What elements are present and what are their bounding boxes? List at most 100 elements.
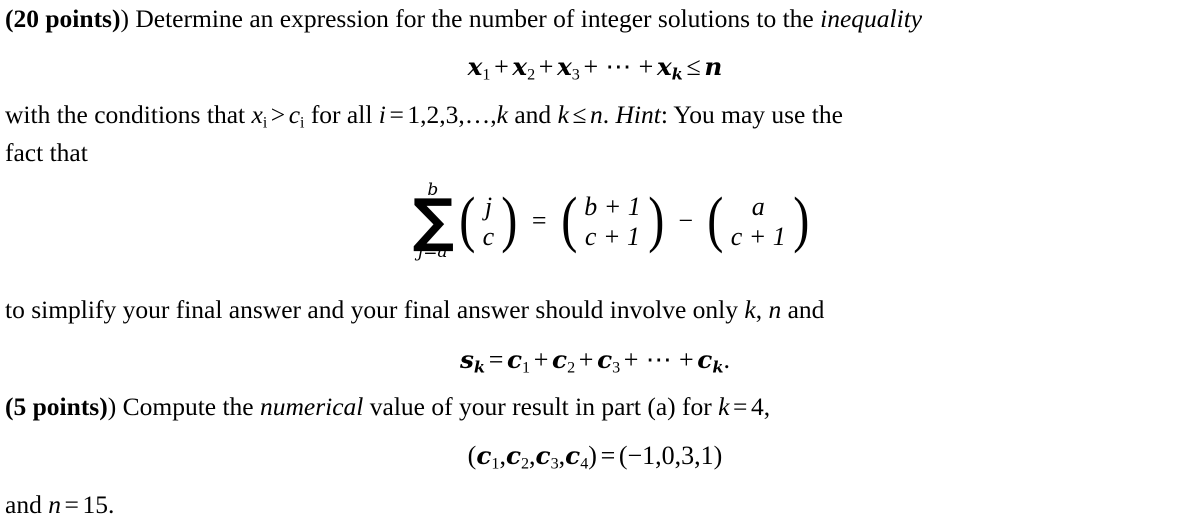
binomial-bottom-c: c	[482, 221, 495, 251]
sk-term-3: c	[597, 345, 613, 374]
part-b-var-k: k	[718, 392, 730, 421]
inequality-sub-last: k	[671, 64, 683, 84]
binomial-bottom-cplus1: c + 1	[730, 221, 786, 251]
inequality-term-last: x	[656, 52, 672, 81]
sk-term-2: c	[552, 345, 568, 374]
conditions-text-2: for all	[304, 100, 379, 129]
condition-var-k: k	[496, 100, 508, 129]
tuple-paren-close: )	[588, 441, 597, 470]
tuple-expression: (c1,c2,c3,c4) = (−1,0,3,1)	[468, 441, 723, 474]
sk-term-1: c	[507, 345, 523, 374]
document-page: (20 points)) Determine an expression for…	[0, 0, 1190, 530]
sk-sub-last: k	[712, 357, 724, 377]
simplify-text-1: to simplify your final answer and your f…	[5, 295, 745, 324]
leq-relation: ≤	[572, 100, 587, 129]
sk-expression: sk = c1 + c2 + c3 + ⋯ + ck.	[460, 345, 730, 378]
ellipsis: ⋯	[605, 52, 632, 81]
tuple-rhs-values: (−1,0,3,1)	[618, 441, 723, 470]
part-a-intro-line: (20 points)) Determine an expression for…	[5, 6, 1185, 32]
part-b-points-label: (5 points)	[5, 392, 108, 421]
plus-operator: +	[678, 345, 694, 374]
sum-lower-limit: j=a	[417, 241, 448, 262]
tuple-var-1: c	[476, 441, 492, 470]
sk-term-last: c	[697, 345, 713, 374]
displayed-inequality: x1 + x2 + x3 + ⋯ + xk ≤ n	[0, 52, 1190, 85]
inequality-sub-3: 3	[571, 66, 580, 84]
binomial-top-bplus1: b + 1	[584, 191, 641, 221]
sk-lhs-var: s	[460, 345, 474, 374]
sigma-icon: ∑	[412, 186, 455, 254]
part-a-emphasis-inequality: inequality	[820, 4, 923, 33]
plus-operator: +	[533, 345, 549, 374]
fact-that-line: fact that	[5, 138, 88, 167]
tuple-equation: (c1,c2,c3,c4) = (−1,0,3,1)	[0, 441, 1190, 474]
binomial-bottom-cplus1: c + 1	[584, 221, 640, 251]
index-list: 1,2,3,…,	[407, 100, 497, 129]
equals-sign: =	[488, 345, 504, 374]
final-text-1: and	[5, 490, 49, 519]
part-b-emphasis-numerical: numerical	[260, 392, 364, 421]
paren-open: (	[459, 186, 476, 255]
final-var-n: n	[48, 490, 61, 519]
conditions-line: with the conditions that xi > ci for all i…	[5, 102, 1185, 131]
simplify-var-n: n	[768, 295, 782, 324]
equals-sign: =	[389, 100, 404, 129]
condition-var-x: x	[251, 100, 263, 129]
conditions-text-1: with the conditions that	[5, 100, 252, 129]
gt-relation: >	[270, 100, 286, 129]
part-a-points-label: (20 points)	[5, 4, 121, 33]
simplify-line: to simplify your final answer and your f…	[5, 297, 1185, 323]
binomial-top-j: j	[484, 191, 493, 221]
paren-close: )	[648, 186, 665, 255]
plus-operator: +	[538, 52, 554, 81]
binomial-bplus1-cplus1: ( b + 1 c + 1 )	[559, 186, 667, 255]
binomial-top-a: a	[751, 191, 765, 221]
tuple-var-2: c	[505, 441, 521, 470]
sk-sub-3: 3	[612, 359, 621, 377]
paren-open: (	[560, 186, 577, 255]
final-n-value: 15.	[82, 490, 115, 519]
simplify-comma: ,	[755, 295, 769, 324]
binomial-stack: j c	[478, 192, 500, 251]
sk-definition-equation: sk = c1 + c2 + c3 + ⋯ + ck.	[0, 345, 1190, 378]
inequality-term-2: x	[512, 52, 528, 81]
part-b-line: (5 points)) Compute the numerical value …	[5, 394, 1185, 420]
condition-var-k2: k	[557, 100, 569, 129]
equals-sign: =	[733, 392, 748, 421]
sk-sub-1: 1	[522, 359, 531, 377]
sk-sub-2: 2	[567, 359, 576, 377]
binomial-stack: a c + 1	[726, 192, 791, 251]
plus-operator: +	[623, 345, 639, 374]
inequality-term-1: x	[467, 52, 483, 81]
condition-var-i: i	[378, 100, 386, 129]
identity-expression: b ∑ j=a ( j c ) = ( b + 1 c + 1) − (a …	[413, 182, 812, 261]
tuple-sub-3: 3	[550, 455, 559, 473]
tuple-var-4: c	[565, 441, 581, 470]
condition-var-n: n	[590, 100, 603, 129]
condition-var-c: c	[288, 100, 301, 129]
inequality-term-3: x	[557, 52, 572, 81]
equals-sign: =	[600, 441, 616, 470]
binomial-j-c: ( j c )	[457, 186, 520, 255]
ellipsis: ⋯	[645, 345, 672, 374]
plus-operator: +	[638, 52, 654, 81]
identity-minus-sign: −	[678, 206, 694, 236]
equals-sign: =	[64, 490, 79, 519]
conditions-text-4: : You may use the	[660, 100, 843, 129]
inequality-bound: n	[704, 52, 723, 81]
plus-operator: +	[583, 52, 599, 81]
part-b-k-value: 4,	[751, 392, 771, 421]
paren-open: (	[707, 186, 724, 255]
inequality-expression: x1 + x2 + x3 + ⋯ + xk ≤ n	[468, 52, 723, 85]
simplify-text-2: and	[781, 295, 825, 324]
part-b-text-2: value of your result in part (a) for	[363, 392, 719, 421]
binomial-stack: b + 1 c + 1	[579, 192, 646, 251]
paren-close: )	[793, 186, 810, 255]
tuple-var-3: c	[535, 441, 551, 470]
summation-operator: b ∑ j=a	[412, 182, 455, 262]
leq-relation: ≤	[686, 52, 701, 81]
identity-equals-sign: =	[531, 206, 547, 236]
simplify-var-k: k	[744, 295, 756, 324]
sk-trailing-period: .	[723, 345, 730, 374]
sk-lhs-sub: k	[473, 357, 486, 377]
